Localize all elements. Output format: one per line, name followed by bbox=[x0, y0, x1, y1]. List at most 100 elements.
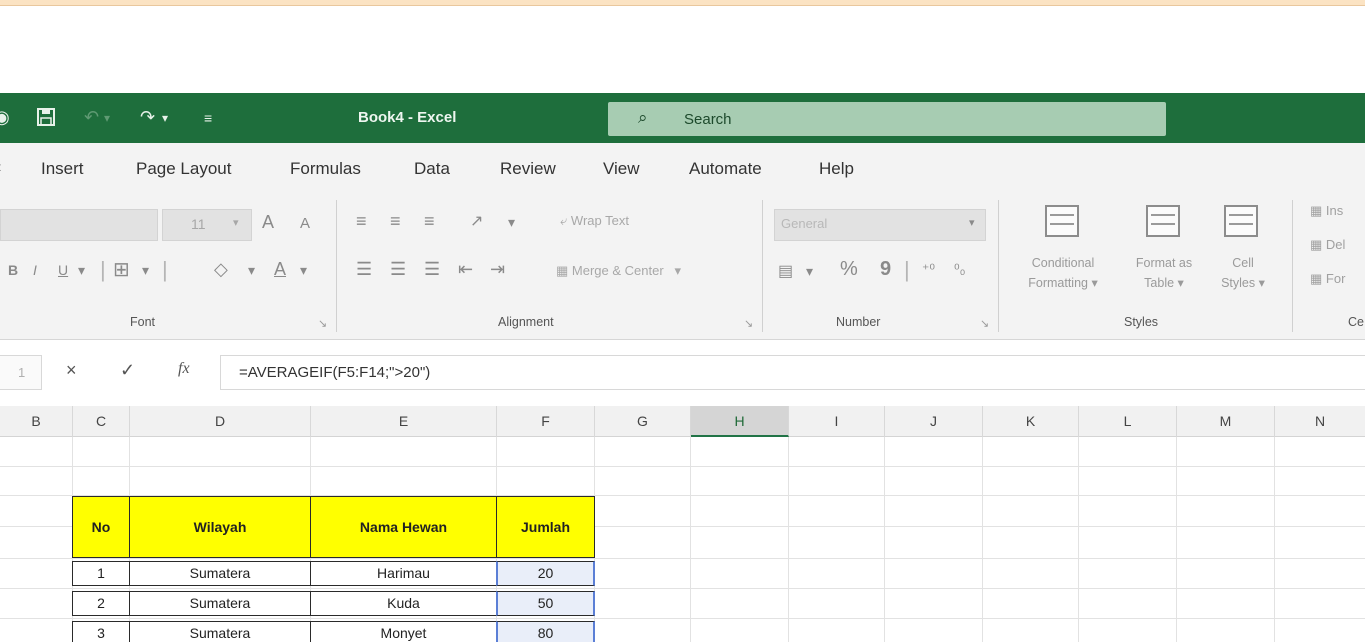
fill-color-dropdown-icon[interactable]: ▾ bbox=[248, 262, 255, 279]
italic-button[interactable]: I bbox=[33, 262, 37, 278]
column-header-g[interactable]: G bbox=[595, 406, 691, 437]
borders-icon[interactable]: ⊞ bbox=[113, 257, 130, 282]
table-cell-jumlah[interactable]: 20 bbox=[496, 561, 595, 586]
table-cell-hewan[interactable]: Harimau bbox=[310, 561, 497, 586]
orientation-dropdown-icon[interactable]: ▾ bbox=[508, 214, 515, 231]
table-cell-jumlah[interactable]: 80 bbox=[496, 621, 595, 642]
undo-dropdown-icon[interactable]: ▾ bbox=[104, 111, 110, 125]
underline-dropdown-icon[interactable]: ▾ bbox=[78, 262, 85, 279]
align-left-icon[interactable]: ☰ bbox=[356, 259, 372, 280]
conditional-formatting-button[interactable]: Conditional Formatting ▾ bbox=[1010, 253, 1116, 293]
column-header-l[interactable]: L bbox=[1079, 406, 1177, 437]
align-right-icon[interactable]: ☰ bbox=[424, 259, 440, 280]
enter-icon[interactable]: ✓ bbox=[120, 360, 135, 381]
format-as-table-icon[interactable] bbox=[1146, 205, 1180, 237]
dialog-launcher-icon[interactable]: ↘ bbox=[318, 317, 327, 330]
tab-page-layout[interactable]: Page Layout bbox=[136, 159, 231, 179]
table-cell-wilayah[interactable]: Sumatera bbox=[129, 621, 311, 642]
number-format-dropdown[interactable]: General ▾ bbox=[774, 209, 986, 241]
tab-data[interactable]: Data bbox=[414, 159, 450, 179]
underline-button[interactable]: U bbox=[58, 262, 68, 278]
delete-cells-button[interactable]: ▦ Del bbox=[1310, 237, 1345, 253]
decrease-decimal-icon[interactable]: ⁰₀ bbox=[954, 261, 965, 278]
worksheet-grid[interactable]: No Wilayah Nama Hewan Jumlah 1 Sumatera … bbox=[0, 437, 1365, 642]
format-cells-button[interactable]: ▦ For bbox=[1310, 271, 1345, 287]
comma-style-button[interactable]: 9 bbox=[880, 258, 891, 281]
tab-help[interactable]: Help bbox=[819, 159, 854, 179]
column-header-i[interactable]: I bbox=[789, 406, 885, 437]
bold-button[interactable]: B bbox=[8, 262, 18, 278]
column-header-m[interactable]: M bbox=[1177, 406, 1275, 437]
decrease-indent-icon[interactable]: ⇤ bbox=[458, 259, 473, 280]
table-cell-no[interactable]: 2 bbox=[72, 591, 130, 616]
font-size-dropdown[interactable]: 11 ▾ bbox=[162, 209, 252, 241]
cancel-icon[interactable]: × bbox=[66, 360, 77, 381]
orientation-icon[interactable]: ↗ bbox=[470, 211, 483, 231]
align-bottom-icon[interactable]: ≡ bbox=[424, 211, 435, 232]
format-as-table-button[interactable]: Format as Table ▾ bbox=[1120, 253, 1208, 293]
tab-home-partial[interactable]: ‹ bbox=[0, 157, 2, 177]
align-center-icon[interactable]: ☰ bbox=[390, 259, 406, 280]
insert-function-button[interactable]: fx bbox=[178, 360, 190, 378]
autosave-toggle-icon[interactable]: ◉ bbox=[0, 107, 10, 128]
column-header-d[interactable]: D bbox=[130, 406, 311, 437]
percent-style-button[interactable]: % bbox=[840, 258, 858, 281]
redo-icon[interactable]: ↷ bbox=[140, 107, 155, 128]
table-cell-no[interactable]: 3 bbox=[72, 621, 130, 642]
column-header-b[interactable]: B bbox=[0, 406, 73, 437]
column-header-n[interactable]: N bbox=[1275, 406, 1365, 437]
increase-indent-icon[interactable]: ⇥ bbox=[490, 259, 505, 280]
align-top-icon[interactable]: ≡ bbox=[356, 211, 367, 232]
search-box[interactable]: ⌕ Search bbox=[608, 102, 1166, 136]
font-color-dropdown-icon[interactable]: ▾ bbox=[300, 262, 307, 279]
save-icon[interactable] bbox=[36, 107, 56, 132]
accounting-format-icon[interactable]: ▤ bbox=[778, 261, 793, 281]
table-cell-wilayah[interactable]: Sumatera bbox=[129, 561, 311, 586]
tab-insert[interactable]: Insert bbox=[41, 159, 84, 179]
table-header-jumlah[interactable]: Jumlah bbox=[496, 496, 595, 558]
conditional-formatting-icon[interactable] bbox=[1045, 205, 1079, 237]
column-header-e[interactable]: E bbox=[311, 406, 497, 437]
font-color-button[interactable]: A bbox=[274, 259, 286, 280]
tab-view[interactable]: View bbox=[603, 159, 640, 179]
shrink-font-button[interactable]: A bbox=[300, 215, 310, 232]
fill-color-icon[interactable]: ◇ bbox=[214, 259, 228, 280]
table-cell-hewan[interactable]: Monyet bbox=[310, 621, 497, 642]
table-header-wilayah[interactable]: Wilayah bbox=[129, 496, 311, 558]
table-cell-no[interactable]: 1 bbox=[72, 561, 130, 586]
table-cell-wilayah[interactable]: Sumatera bbox=[129, 591, 311, 616]
merge-center-button[interactable]: ▦ Merge & Center ▾ bbox=[556, 263, 681, 279]
column-header-f[interactable]: F bbox=[497, 406, 595, 437]
column-header-h[interactable]: H bbox=[691, 406, 789, 437]
accounting-dropdown-icon[interactable]: ▾ bbox=[806, 263, 813, 280]
table-header-nama-hewan[interactable]: Nama Hewan bbox=[310, 496, 497, 558]
increase-decimal-icon[interactable]: ⁺⁰ bbox=[922, 261, 935, 278]
group-separator bbox=[336, 200, 337, 332]
undo-icon[interactable]: ↶ bbox=[84, 107, 99, 128]
table-cell-hewan[interactable]: Kuda bbox=[310, 591, 497, 616]
dialog-launcher-icon[interactable]: ↘ bbox=[744, 317, 753, 330]
column-header-c[interactable]: C bbox=[73, 406, 130, 437]
table-header-no[interactable]: No bbox=[72, 496, 130, 558]
redo-dropdown-icon[interactable]: ▾ bbox=[162, 111, 168, 125]
borders-dropdown-icon[interactable]: ▾ bbox=[142, 262, 149, 279]
cell-styles-button[interactable]: Cell Styles ▾ bbox=[1208, 253, 1278, 293]
align-middle-icon[interactable]: ≡ bbox=[390, 211, 401, 232]
insert-cells-button[interactable]: ▦ Ins bbox=[1310, 203, 1343, 219]
tab-formulas[interactable]: Formulas bbox=[290, 159, 361, 179]
tab-review[interactable]: Review bbox=[500, 159, 556, 179]
dialog-launcher-icon[interactable]: ↘ bbox=[980, 317, 989, 330]
grow-font-button[interactable]: A bbox=[262, 212, 274, 233]
wrap-text-button[interactable]: ⤶ Wrap Text bbox=[560, 213, 629, 229]
column-header-k[interactable]: K bbox=[983, 406, 1079, 437]
font-name-dropdown[interactable] bbox=[0, 209, 158, 241]
formula-input[interactable]: =AVERAGEIF(F5:F14;">20") bbox=[220, 355, 1365, 390]
tab-automate[interactable]: Automate bbox=[689, 159, 762, 179]
customize-quick-access-icon[interactable]: ≡ bbox=[204, 110, 212, 126]
cell-styles-icon[interactable] bbox=[1224, 205, 1258, 237]
table-cell-jumlah[interactable]: 50 bbox=[496, 591, 595, 616]
name-box[interactable]: 1 bbox=[0, 355, 42, 390]
column-header-j[interactable]: J bbox=[885, 406, 983, 437]
merge-center-icon: ▦ bbox=[556, 263, 569, 278]
gridline bbox=[788, 437, 789, 642]
